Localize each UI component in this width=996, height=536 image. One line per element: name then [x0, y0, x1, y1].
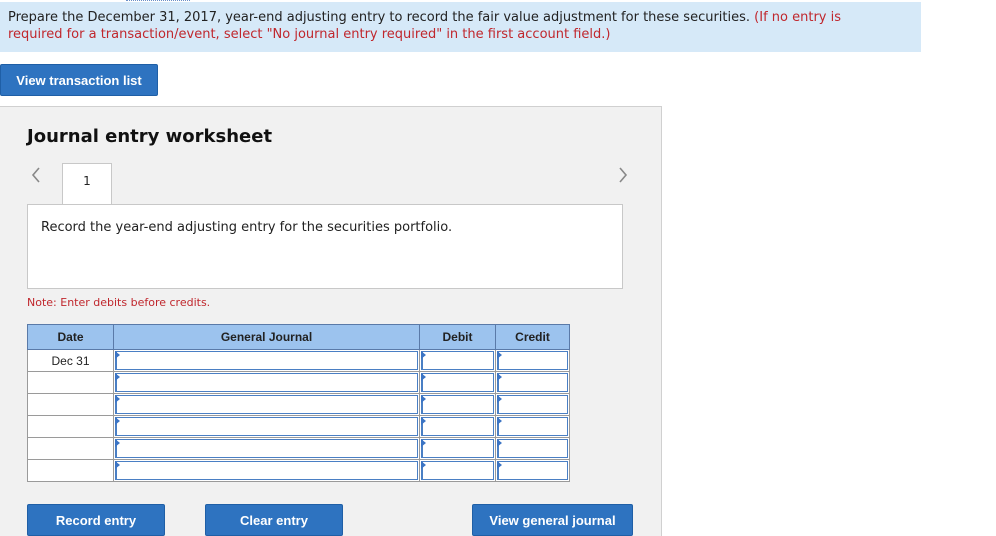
view-transaction-list-button[interactable]: View transaction list	[0, 64, 158, 96]
input-marker-icon	[497, 439, 502, 447]
account-input[interactable]	[113, 349, 420, 372]
dropdown-marker-icon	[115, 373, 120, 381]
debit-input[interactable]	[419, 437, 496, 460]
debits-note: Note: Enter debits before credits.	[27, 296, 211, 309]
input-marker-icon	[421, 373, 426, 381]
record-entry-button[interactable]: Record entry	[27, 504, 165, 536]
account-input[interactable]	[113, 415, 420, 438]
entry-description-box: Record the year-end adjusting entry for …	[27, 204, 623, 289]
debit-input[interactable]	[419, 393, 496, 416]
debit-input[interactable]	[419, 459, 496, 482]
entry-description: Record the year-end adjusting entry for …	[41, 220, 453, 235]
table-row: Dec 31	[27, 349, 570, 372]
date-cell[interactable]	[27, 371, 114, 394]
account-input[interactable]	[113, 371, 420, 394]
credit-input[interactable]	[495, 415, 570, 438]
dropdown-marker-icon	[115, 439, 120, 447]
table-row	[27, 437, 570, 460]
instruction-text: Prepare the December 31, 2017, year-end …	[8, 10, 888, 43]
chevron-left-icon[interactable]	[31, 166, 41, 188]
credit-input[interactable]	[495, 459, 570, 482]
instruction-banner: Prepare the December 31, 2017, year-end …	[0, 2, 921, 52]
debit-input[interactable]	[419, 415, 496, 438]
view-general-journal-button[interactable]: View general journal	[472, 504, 633, 536]
input-marker-icon	[421, 417, 426, 425]
header-date: Date	[27, 324, 114, 350]
chevron-right-icon[interactable]	[618, 166, 628, 188]
tab-entry-1[interactable]: 1	[62, 163, 112, 205]
debit-input[interactable]	[419, 371, 496, 394]
date-cell[interactable]	[27, 437, 114, 460]
credit-input[interactable]	[495, 393, 570, 416]
input-marker-icon	[421, 351, 426, 359]
date-cell[interactable]	[27, 459, 114, 482]
journal-table: Date General Journal Debit Credit Dec 31	[27, 324, 570, 482]
worksheet-title: Journal entry worksheet	[27, 126, 273, 147]
date-cell[interactable]	[27, 393, 114, 416]
account-input[interactable]	[113, 459, 420, 482]
table-row	[27, 415, 570, 438]
header-credit: Credit	[495, 324, 570, 350]
header-debit: Debit	[419, 324, 496, 350]
input-marker-icon	[421, 439, 426, 447]
journal-header-row: Date General Journal Debit Credit	[27, 324, 570, 350]
input-marker-icon	[497, 417, 502, 425]
input-marker-icon	[497, 461, 502, 469]
dropdown-marker-icon	[115, 395, 120, 403]
input-marker-icon	[497, 395, 502, 403]
date-cell[interactable]: Dec 31	[27, 349, 114, 372]
dropdown-marker-icon	[115, 417, 120, 425]
dropdown-marker-icon	[115, 351, 120, 359]
account-input[interactable]	[113, 393, 420, 416]
input-marker-icon	[497, 373, 502, 381]
input-marker-icon	[421, 461, 426, 469]
header-general-journal: General Journal	[113, 324, 420, 350]
table-row	[27, 393, 570, 416]
input-marker-icon	[421, 395, 426, 403]
dropdown-marker-icon	[115, 461, 120, 469]
clear-entry-button[interactable]: Clear entry	[205, 504, 343, 536]
credit-input[interactable]	[495, 349, 570, 372]
account-input[interactable]	[113, 437, 420, 460]
input-marker-icon	[497, 351, 502, 359]
credit-input[interactable]	[495, 371, 570, 394]
debit-input[interactable]	[419, 349, 496, 372]
instruction-main: Prepare the December 31, 2017, year-end …	[8, 10, 751, 25]
credit-input[interactable]	[495, 437, 570, 460]
table-row	[27, 459, 570, 482]
table-row	[27, 371, 570, 394]
date-cell[interactable]	[27, 415, 114, 438]
